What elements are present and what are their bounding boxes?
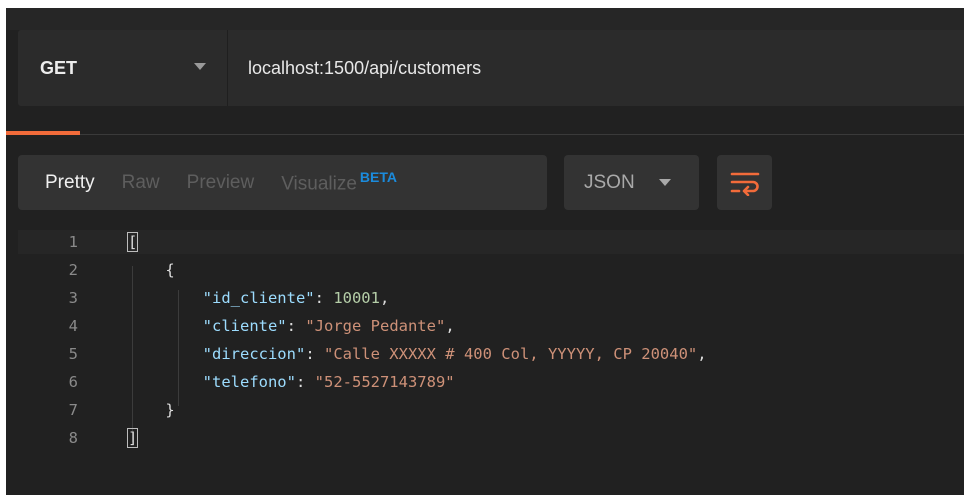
method-select[interactable]: GET bbox=[18, 30, 228, 106]
open-bracket: [ bbox=[126, 232, 139, 252]
line-number: 5 bbox=[68, 345, 78, 363]
line-number: 1 bbox=[68, 233, 78, 251]
code-line: 1 [ bbox=[18, 230, 964, 254]
line-number: 4 bbox=[68, 317, 78, 335]
close-brace: } bbox=[165, 401, 175, 419]
beta-badge: BETA bbox=[359, 169, 397, 186]
code-text: "direccion": "Calle XXXXX # 400 Col, YYY… bbox=[202, 345, 707, 363]
wrap-lines-button[interactable] bbox=[717, 155, 772, 210]
code-line: 3 "id_cliente": 10001, bbox=[18, 286, 964, 310]
json-key: "telefono" bbox=[202, 373, 296, 391]
line-number: 2 bbox=[68, 261, 78, 279]
json-key: "id_cliente" bbox=[202, 289, 315, 307]
response-body-editor[interactable]: 1 [ 2 { 3 "id_cliente": 10001, 4 "client… bbox=[18, 230, 964, 495]
code-line: 2 { bbox=[18, 258, 964, 282]
line-number: 6 bbox=[68, 373, 78, 391]
line-number: 7 bbox=[68, 401, 78, 419]
code-line: 4 "cliente": "Jorge Pedante", bbox=[18, 314, 964, 338]
active-tab-indicator bbox=[6, 131, 80, 135]
code-text: { bbox=[128, 261, 175, 279]
code-line: 8 ] bbox=[18, 426, 964, 450]
postman-window: GET localhost:1500/api/customers Pretty … bbox=[6, 8, 964, 495]
tab-visualize[interactable]: Visualize BETA bbox=[254, 169, 397, 195]
tab-visualize-label: Visualize bbox=[281, 173, 357, 195]
code-text: "telefono": "52-5527143789" bbox=[202, 373, 455, 391]
json-key: "cliente" bbox=[202, 317, 287, 335]
json-value: "52-5527143789" bbox=[314, 373, 455, 391]
chevron-down-icon bbox=[659, 179, 671, 186]
chevron-down-icon bbox=[194, 63, 206, 70]
request-bar: GET localhost:1500/api/customers bbox=[18, 30, 964, 106]
line-number: 3 bbox=[68, 289, 78, 307]
top-strip bbox=[6, 8, 964, 30]
wrap-lines-icon bbox=[730, 172, 759, 196]
url-input[interactable]: localhost:1500/api/customers bbox=[248, 30, 948, 106]
code-text: ] bbox=[126, 428, 139, 448]
code-line: 7 } bbox=[18, 398, 964, 422]
response-view-tabs: Pretty Raw Preview Visualize BETA bbox=[18, 155, 547, 210]
code-text: } bbox=[128, 401, 175, 419]
code-text: [ bbox=[126, 232, 139, 252]
format-select[interactable]: JSON bbox=[564, 155, 699, 210]
section-divider bbox=[6, 134, 964, 135]
json-value: 10001 bbox=[333, 289, 380, 307]
tab-preview[interactable]: Preview bbox=[160, 172, 255, 194]
json-key: "direccion" bbox=[202, 345, 306, 363]
tab-pretty[interactable]: Pretty bbox=[18, 172, 95, 194]
code-line: 5 "direccion": "Calle XXXXX # 400 Col, Y… bbox=[18, 342, 964, 366]
open-brace: { bbox=[165, 261, 175, 279]
json-value: "Calle XXXXX # 400 Col, YYYYY, CP 20040" bbox=[323, 345, 698, 363]
code-text: "cliente": "Jorge Pedante", bbox=[202, 317, 455, 335]
code-line: 6 "telefono": "52-5527143789" bbox=[18, 370, 964, 394]
format-label: JSON bbox=[584, 171, 635, 193]
code-text: "id_cliente": 10001, bbox=[202, 289, 390, 307]
tab-raw[interactable]: Raw bbox=[95, 172, 160, 194]
close-bracket: ] bbox=[126, 428, 139, 448]
method-label: GET bbox=[40, 57, 78, 78]
json-value: "Jorge Pedante" bbox=[305, 317, 446, 335]
line-number: 8 bbox=[68, 429, 78, 447]
